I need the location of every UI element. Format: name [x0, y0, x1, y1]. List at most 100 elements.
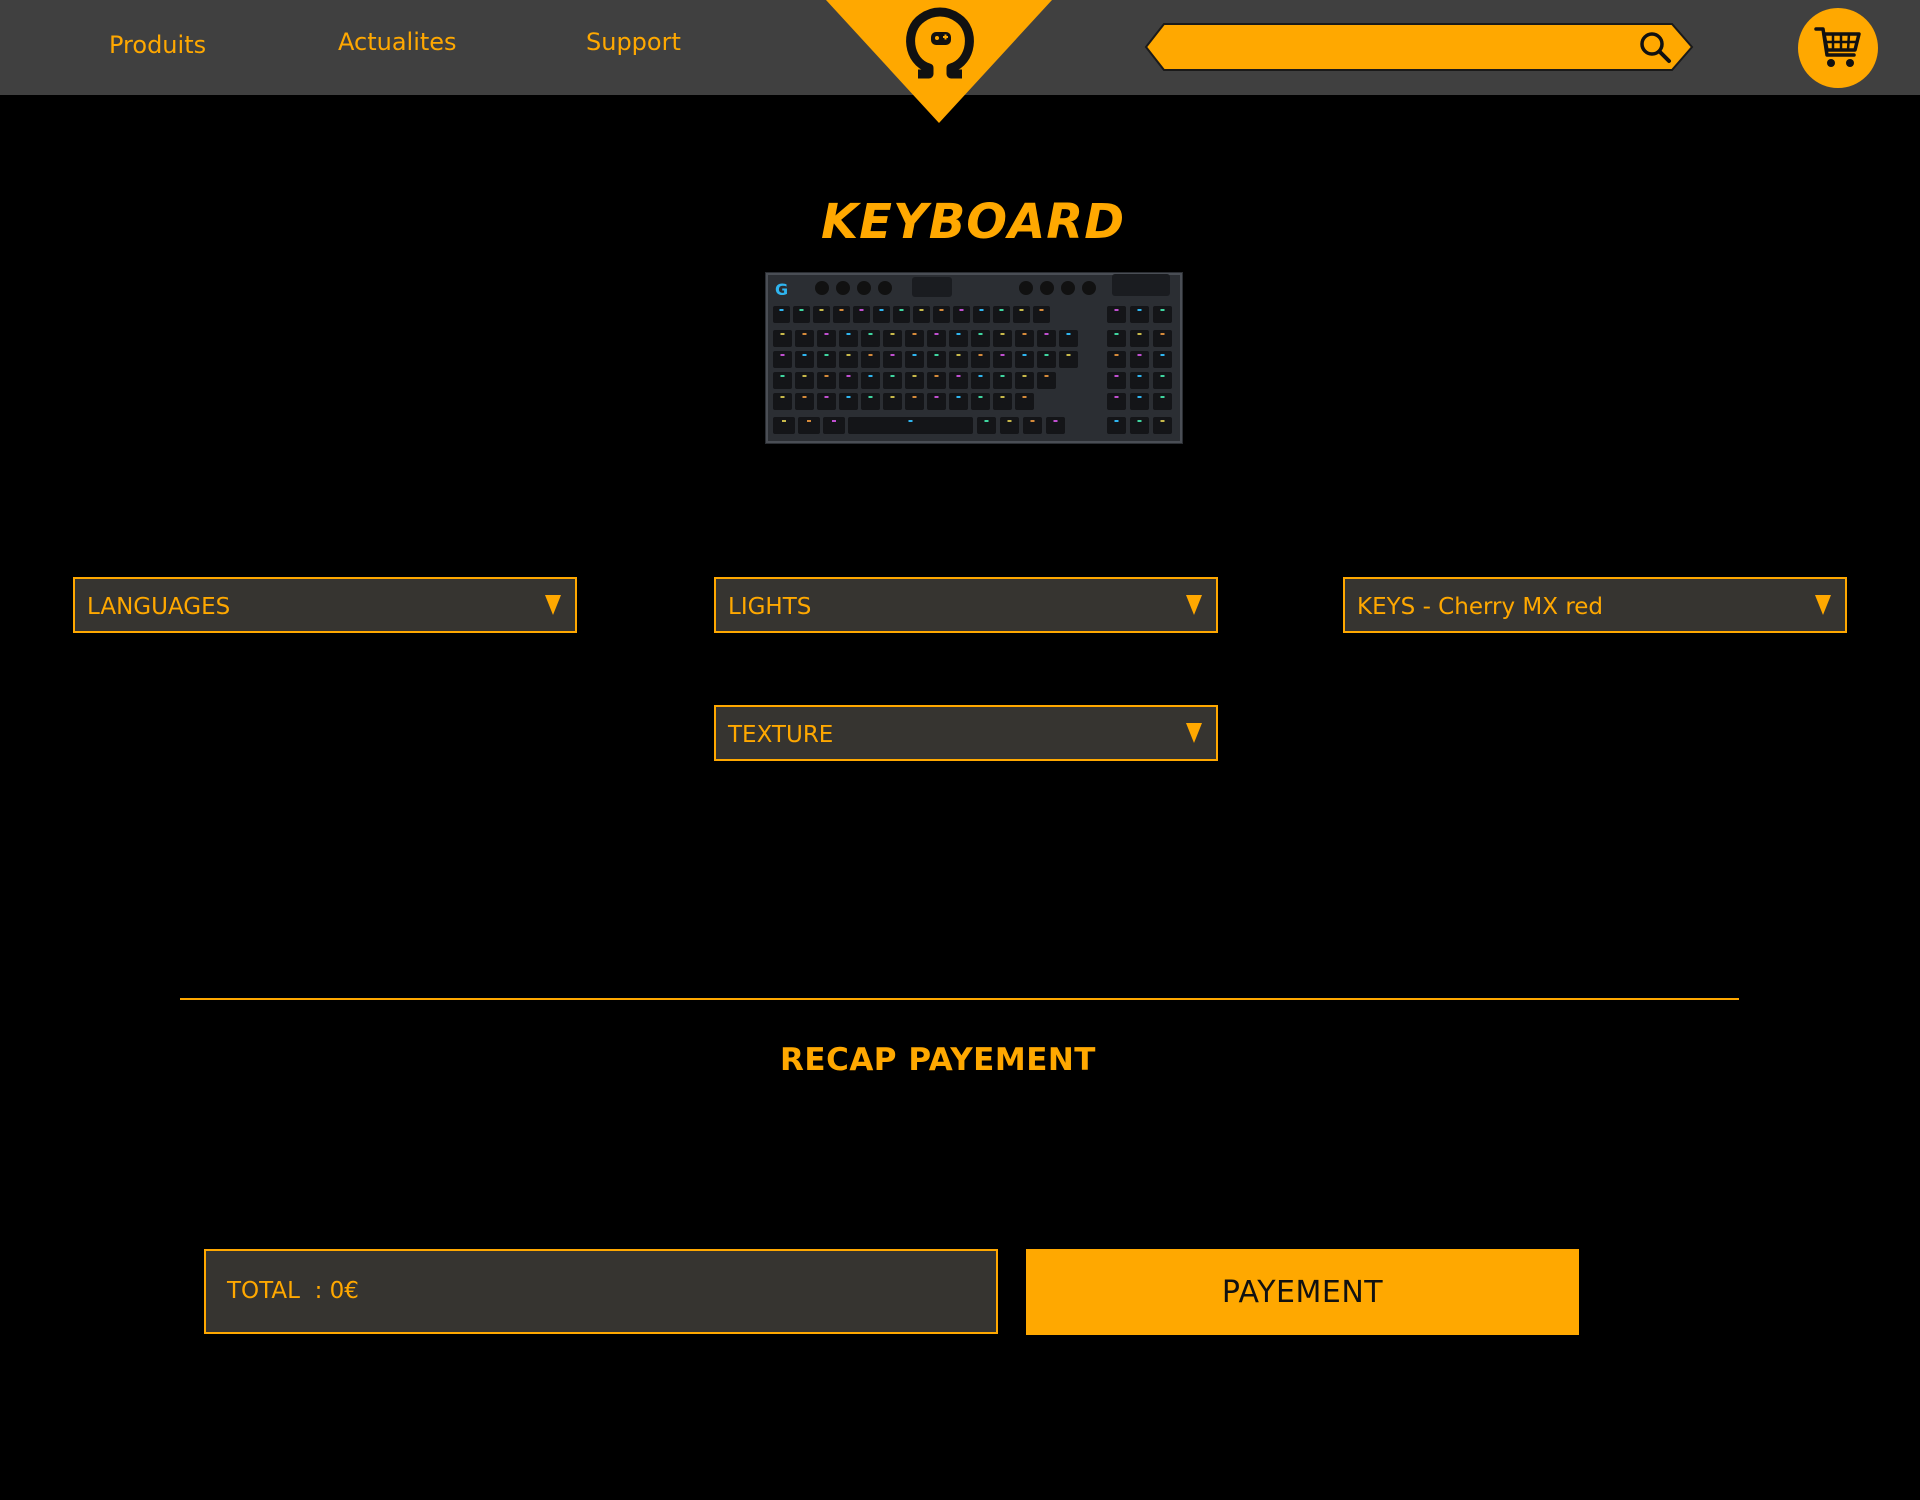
- keycap-glow: [1007, 420, 1012, 422]
- keycap: [861, 351, 880, 368]
- keycap-glow: [807, 420, 811, 422]
- chevron-down-icon: [545, 595, 561, 615]
- keycap: [1059, 351, 1078, 368]
- keycap: [1037, 330, 1056, 347]
- keycap-glow: [956, 333, 961, 335]
- keys-select[interactable]: KEYS - Cherry MX red: [1343, 577, 1847, 633]
- keycap-glow: [1114, 375, 1119, 377]
- keycap: [773, 417, 795, 434]
- keycap: [1130, 351, 1149, 368]
- keycap: [1130, 306, 1149, 323]
- search-bar: [1144, 22, 1694, 72]
- lights-select-label: LIGHTS: [728, 594, 812, 620]
- keycap: [993, 306, 1010, 323]
- keys-select-label: KEYS - Cherry MX red: [1357, 594, 1604, 620]
- keycap: [927, 330, 946, 347]
- keycap-glow: [1160, 333, 1165, 335]
- keycap-glow: [939, 309, 944, 311]
- keycap-glow: [1044, 375, 1049, 377]
- keycap-glow: [802, 396, 807, 398]
- keycap: [773, 393, 792, 410]
- lights-select[interactable]: LIGHTS: [714, 577, 1218, 633]
- keycap: [1130, 330, 1149, 347]
- payment-button[interactable]: PAYEMENT: [1026, 1249, 1579, 1335]
- keycap: [817, 330, 836, 347]
- keycap-glow: [802, 354, 807, 356]
- texture-select[interactable]: TEXTURE: [714, 705, 1218, 761]
- keycap: [1046, 417, 1065, 434]
- keycap: [1023, 417, 1042, 434]
- keycap-glow: [934, 375, 939, 377]
- keycap: [795, 372, 814, 389]
- keycap: [949, 330, 968, 347]
- keycap-glow: [908, 420, 913, 422]
- cart-icon: [1814, 27, 1861, 67]
- keycap: [905, 330, 924, 347]
- keycap-glow: [1019, 309, 1024, 311]
- keycap-glow: [846, 396, 851, 398]
- keycap-glow: [890, 396, 895, 398]
- keycap-glow: [959, 309, 964, 311]
- keycap: [1153, 330, 1172, 347]
- site-logo[interactable]: [826, 0, 1052, 124]
- keycap-glow: [780, 396, 785, 398]
- keycap: [773, 330, 792, 347]
- keycap-glow: [978, 333, 983, 335]
- keycap: [773, 306, 790, 323]
- keycap: [1015, 351, 1034, 368]
- keycap: [1037, 351, 1056, 368]
- keycap-glow: [978, 354, 983, 356]
- keycap: [795, 351, 814, 368]
- keycap: [1107, 306, 1126, 323]
- nav-link-produits[interactable]: Produits: [109, 31, 206, 59]
- keycap: [833, 306, 850, 323]
- keycap-glow: [1160, 420, 1165, 422]
- keycap-glow: [1160, 396, 1165, 398]
- keycap: [861, 330, 880, 347]
- languages-select-label: LANGUAGES: [87, 594, 231, 620]
- keycap-glow: [1000, 396, 1005, 398]
- keycap: [1107, 330, 1126, 347]
- keycap-glow: [1114, 333, 1119, 335]
- keycap: [927, 351, 946, 368]
- keycap-glow: [1137, 375, 1142, 377]
- keycap: [1153, 372, 1172, 389]
- search-button[interactable]: [1638, 30, 1674, 66]
- keycap-glow: [799, 309, 804, 311]
- keycap-glow: [839, 309, 844, 311]
- keycap-glow: [1030, 420, 1035, 422]
- search-input[interactable]: [1174, 30, 1614, 64]
- keycap: [993, 330, 1012, 347]
- keycap-glow: [1160, 309, 1165, 311]
- keycap-glow: [1000, 333, 1005, 335]
- keycap: [1130, 417, 1149, 434]
- keycap-glow: [984, 420, 989, 422]
- keycap: [1107, 417, 1126, 434]
- keycap: [971, 372, 990, 389]
- keycap-glow: [912, 354, 917, 356]
- keycap-glow: [868, 333, 873, 335]
- keycap: [817, 393, 836, 410]
- keycap: [977, 417, 996, 434]
- keycap: [1153, 393, 1172, 410]
- languages-select[interactable]: LANGUAGES: [73, 577, 577, 633]
- keycap-glow: [1000, 354, 1005, 356]
- keycap-glow: [1160, 375, 1165, 377]
- nav-link-actualites[interactable]: Actualites: [338, 28, 457, 56]
- keycap: [927, 393, 946, 410]
- keycap: [853, 306, 870, 323]
- keycap: [817, 372, 836, 389]
- keycap-glow: [1039, 309, 1044, 311]
- keycap-glow: [890, 333, 895, 335]
- keycap-glow: [1160, 354, 1165, 356]
- keycap-glow: [1137, 309, 1142, 311]
- keycap: [1130, 372, 1149, 389]
- texture-select-label: TEXTURE: [728, 722, 834, 748]
- keycap-glow: [824, 354, 829, 356]
- cart-button[interactable]: [1798, 8, 1878, 88]
- nav-link-support[interactable]: Support: [586, 28, 681, 56]
- keycap-glow: [1044, 354, 1049, 356]
- total-display: TOTAL : 0€: [204, 1249, 998, 1334]
- keycap: [893, 306, 910, 323]
- keycap: [1153, 306, 1172, 323]
